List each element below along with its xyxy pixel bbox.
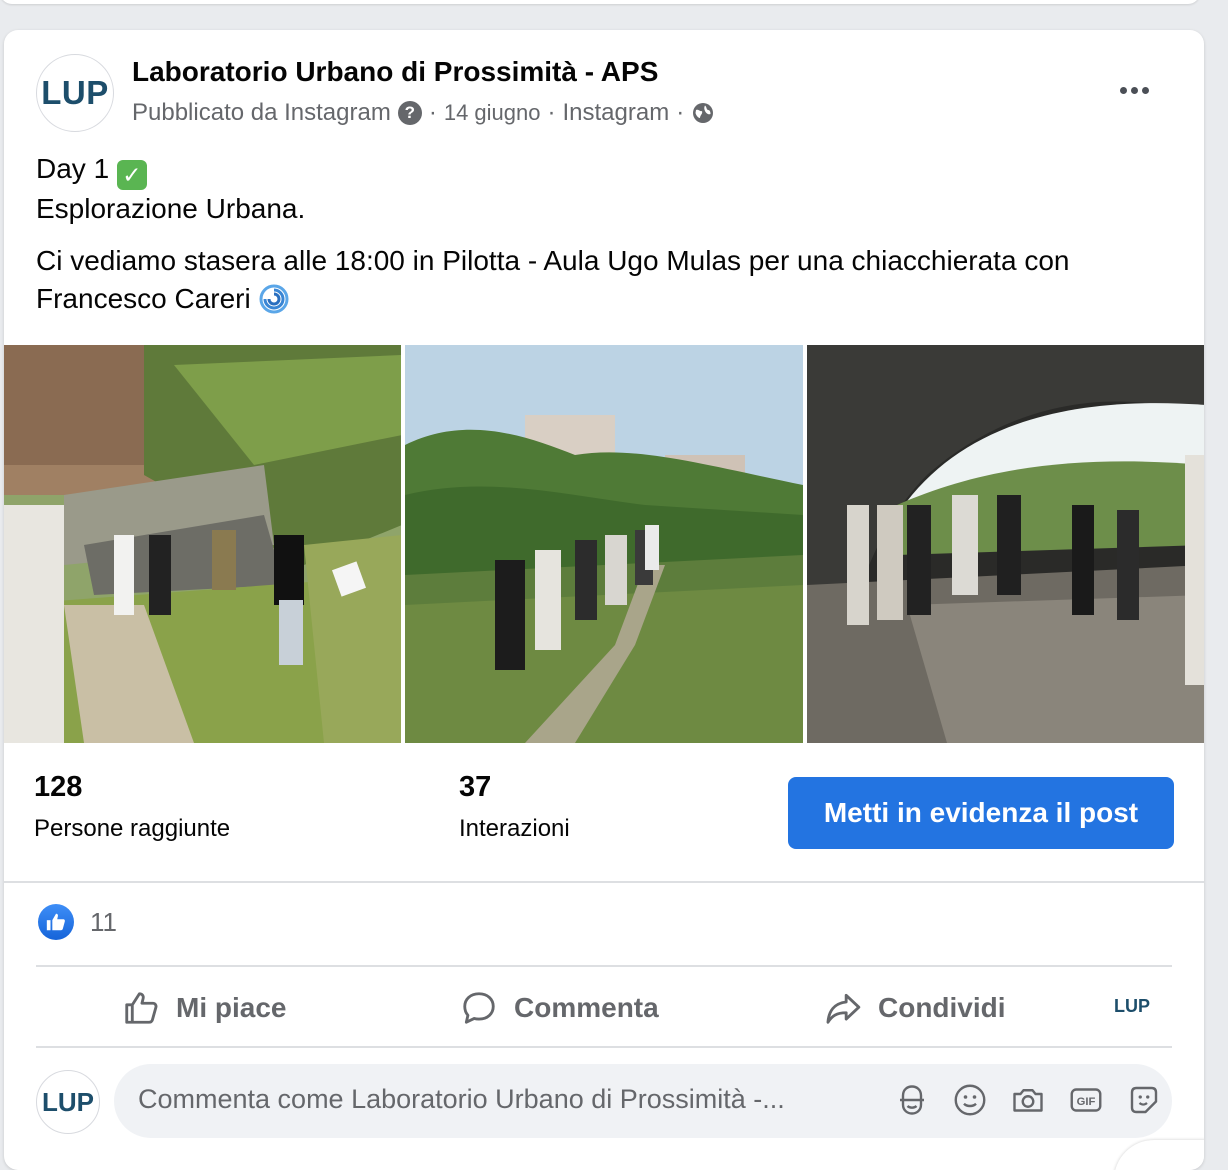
- post-card: LUP Laboratorio Urbano di Prossimità - A…: [4, 30, 1204, 1170]
- chat-bubble-overlay[interactable]: [1114, 1140, 1204, 1170]
- page-switcher-avatar[interactable]: LUP: [1114, 996, 1150, 1017]
- post-options-button[interactable]: [1112, 76, 1156, 104]
- cyclone-emoji-icon: [259, 284, 289, 314]
- emoji-icon[interactable]: [952, 1082, 988, 1118]
- share-label: Condividi: [878, 992, 1006, 1023]
- photo-1[interactable]: [4, 345, 402, 743]
- interactions-label: Interazioni: [459, 815, 570, 842]
- previous-post-card: [0, 0, 1200, 4]
- photo-3[interactable]: [806, 345, 1204, 743]
- commenter-avatar[interactable]: LUP: [36, 1070, 100, 1134]
- share-icon: [826, 993, 861, 1024]
- camera-icon[interactable]: [1010, 1082, 1046, 1118]
- reach-label: Persone raggiunte: [34, 815, 231, 842]
- page-name-link[interactable]: Laboratorio Urbano di Prossimità - APS: [132, 56, 658, 88]
- gif-icon[interactable]: GIF: [1068, 1082, 1104, 1118]
- post-text-paragraph: Ci vediamo stasera alle 18:00 in Pilotta…: [36, 245, 1070, 314]
- post-actions: Mi piace Commenta Condividi LUP: [36, 970, 1172, 1046]
- help-icon[interactable]: ?: [397, 101, 422, 125]
- reach-value: 128: [34, 771, 83, 803]
- post-text-line2: Esplorazione Urbana.: [36, 193, 306, 224]
- post-date-link[interactable]: 14 giugno: [444, 100, 541, 126]
- like-button[interactable]: Mi piace: [122, 970, 286, 1046]
- globe-icon[interactable]: [691, 101, 715, 125]
- comment-composer: LUP Commenta come Laboratorio Urbano di …: [36, 1064, 1196, 1144]
- avatar-sticker-icon[interactable]: [894, 1082, 930, 1118]
- comment-label: Commenta: [514, 992, 659, 1023]
- interactions-value: 37: [459, 771, 492, 803]
- meta-separator: ·: [676, 99, 685, 126]
- svg-text:GIF: GIF: [1077, 1096, 1096, 1108]
- check-mark-emoji-icon: ✓: [116, 160, 147, 190]
- like-count: 11: [90, 906, 117, 937]
- comment-button[interactable]: Commenta: [460, 970, 659, 1046]
- like-reaction-icon: [38, 904, 74, 940]
- commenter-avatar-text: LUP: [42, 1086, 94, 1117]
- share-button[interactable]: Condividi: [824, 970, 1006, 1046]
- published-via-label: Pubblicato da Instagram: [132, 99, 391, 126]
- boost-post-button[interactable]: Metti in evidenza il post: [788, 777, 1174, 849]
- page-avatar[interactable]: LUP: [36, 54, 114, 132]
- comment-placeholder: Commenta come Laboratorio Urbano di Pros…: [138, 1084, 785, 1114]
- meta-separator: ·: [547, 99, 556, 126]
- post-insights: 128 Persone raggiunte 37 Interazioni Met…: [4, 743, 1204, 883]
- post-source: Instagram: [562, 99, 670, 126]
- reactions-summary[interactable]: 11: [38, 902, 117, 942]
- thumbs-up-icon: [125, 992, 158, 1024]
- post-meta: Pubblicato da Instagram ? · 14 giugno · …: [132, 96, 715, 130]
- divider: [36, 965, 1172, 967]
- like-label: Mi piace: [176, 992, 287, 1023]
- post-text-line1: Day 1: [36, 153, 110, 184]
- comment-icon: [463, 992, 495, 1024]
- divider: [36, 1046, 1172, 1048]
- sticker-icon[interactable]: [1126, 1082, 1162, 1118]
- comment-input[interactable]: Commenta come Laboratorio Urbano di Pros…: [114, 1064, 1172, 1138]
- comment-tools: GIF: [894, 1082, 1162, 1118]
- meta-separator: ·: [428, 99, 437, 126]
- page-avatar-text: LUP: [41, 74, 109, 111]
- post-text: Day 1 ✓ Esplorazione Urbana. Ci vediamo …: [36, 150, 1176, 318]
- photo-2[interactable]: [405, 345, 803, 743]
- photo-grid: [4, 345, 1204, 743]
